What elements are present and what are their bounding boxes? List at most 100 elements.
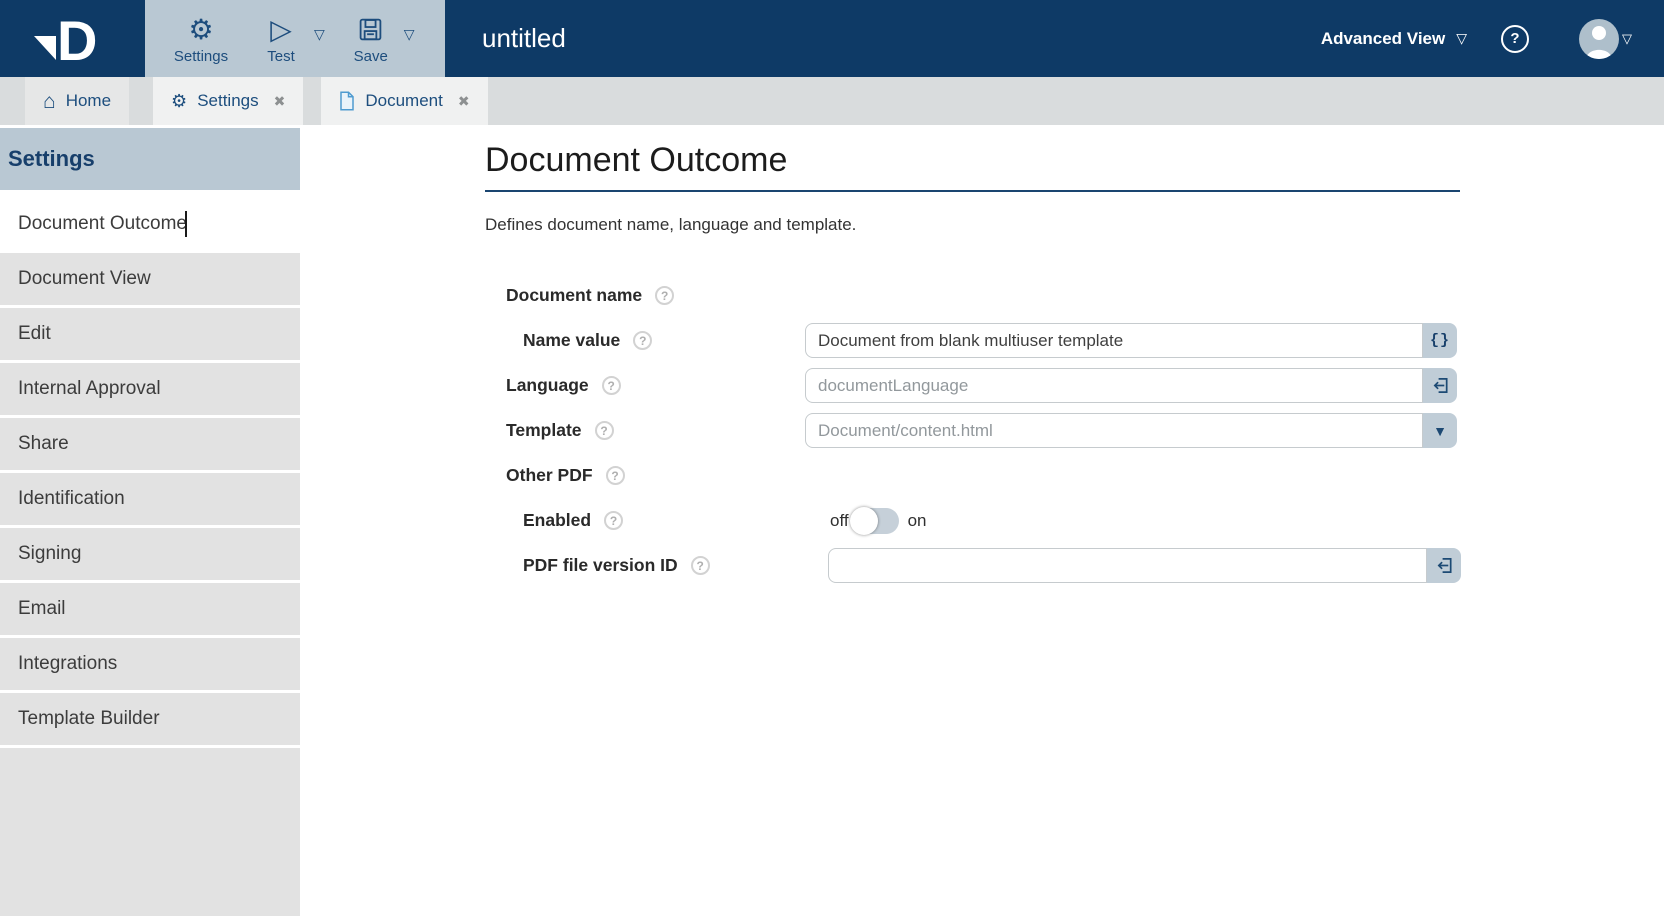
template-dropdown-button[interactable]: ▼	[1423, 413, 1457, 448]
tab-settings[interactable]: ⚙ Settings ✖	[153, 77, 304, 125]
sidebar-item-label: Integrations	[18, 653, 118, 674]
enabled-toggle[interactable]	[849, 506, 899, 535]
sidebar-item-label: Document Outcome	[18, 213, 187, 234]
user-icon	[1586, 25, 1612, 59]
play-icon: ▷	[270, 13, 292, 45]
braces-icon: {}	[1429, 332, 1450, 349]
page-subtitle: Defines document name, language and temp…	[485, 215, 857, 234]
row-name-value: Name value ? {}	[485, 318, 1664, 363]
sidebar-item-share[interactable]: Share	[0, 418, 300, 470]
pdf-version-pick-button[interactable]	[1427, 548, 1461, 583]
app-logo: D	[0, 0, 145, 77]
toggle-on-label: on	[907, 510, 927, 530]
help-icon[interactable]: ?	[604, 511, 624, 530]
chevron-down-icon: ▽	[1456, 30, 1467, 46]
row-template: Template ? ▼	[485, 408, 1664, 453]
app-window: D ⚙ Settings ▷ Test ▽ Save ▽ untitled Ad…	[0, 0, 1664, 920]
name-value-input[interactable]	[805, 323, 1423, 358]
main-toolbar: ⚙ Settings ▷ Test ▽ Save ▽	[145, 0, 445, 77]
field-label-pdf-file-version-id: PDF file version ID	[523, 555, 678, 575]
field-label-template: Template	[506, 420, 582, 440]
sidebar-item-edit[interactable]: Edit	[0, 308, 300, 360]
expression-braces-button[interactable]: {}	[1423, 323, 1457, 358]
save-button-label: Save	[353, 47, 388, 65]
close-icon[interactable]: ✖	[458, 93, 470, 110]
tab-bar: ⌂ Home ⚙ Settings ✖ Document ✖	[0, 77, 1664, 125]
field-label-other-pdf: Other PDF	[506, 465, 593, 485]
import-icon	[1437, 557, 1452, 574]
sidebar-item-label: Edit	[18, 323, 51, 344]
tab-home-label: Home	[65, 91, 112, 110]
sidebar-heading: Settings	[0, 128, 300, 190]
row-document-name: Document name ?	[485, 273, 1664, 318]
pdf-file-version-id-input[interactable]	[828, 548, 1427, 583]
help-icon[interactable]: ?	[601, 376, 621, 395]
help-icon[interactable]: ?	[655, 286, 675, 305]
sidebar-item-email[interactable]: Email	[0, 583, 300, 635]
save-dropdown-caret[interactable]: ▽	[404, 26, 415, 65]
test-button-label: Test	[267, 47, 295, 65]
tab-settings-label: Settings	[197, 91, 259, 110]
sidebar-item-document-outcome[interactable]: Document Outcome	[0, 198, 300, 250]
help-icon[interactable]: ?	[594, 421, 614, 440]
help-button[interactable]: ?	[1501, 24, 1529, 53]
svg-text:D: D	[57, 12, 97, 66]
sidebar-item-template-builder[interactable]: Template Builder	[0, 693, 300, 745]
template-input[interactable]	[805, 413, 1423, 448]
help-icon[interactable]: ?	[633, 331, 653, 350]
field-label-name-value: Name value	[523, 330, 621, 350]
sidebar-item-label: Document View	[18, 268, 151, 289]
help-icon[interactable]: ?	[690, 556, 710, 575]
header-right: Advanced View ▽ ? ▽	[1321, 0, 1632, 77]
home-icon: ⌂	[43, 89, 56, 113]
test-button[interactable]: ▷ Test	[255, 13, 307, 65]
settings-button-label: Settings	[173, 47, 229, 65]
tab-home[interactable]: ⌂ Home	[25, 77, 130, 125]
user-menu-caret[interactable]: ▽	[1622, 31, 1632, 47]
avatar[interactable]	[1579, 18, 1619, 59]
page-title: Document Outcome	[485, 140, 1460, 192]
field-label-enabled: Enabled	[523, 510, 592, 530]
sidebar-item-label: Email	[18, 598, 66, 619]
row-enabled: Enabled ? off on	[485, 498, 1664, 543]
language-input[interactable]	[805, 368, 1423, 403]
document-outcome-form: Document name ? Name value ? {}	[485, 273, 1664, 588]
sidebar-item-label: Internal Approval	[18, 378, 161, 399]
sidebar-item-label: Identification	[18, 488, 125, 509]
settings-button[interactable]: ⚙ Settings	[167, 13, 235, 65]
document-title: untitled	[482, 23, 566, 53]
document-icon	[339, 91, 355, 111]
view-mode-dropdown[interactable]: Advanced View ▽	[1321, 29, 1467, 49]
settings-sidebar: Settings Document Outcome Document View …	[0, 125, 300, 920]
save-button-group: Save ▽	[345, 13, 415, 65]
gear-icon: ⚙	[171, 91, 188, 111]
tab-document[interactable]: Document ✖	[321, 77, 488, 125]
view-mode-label: Advanced View	[1320, 28, 1446, 48]
gear-icon: ⚙	[188, 13, 214, 45]
test-dropdown-caret[interactable]: ▽	[314, 26, 325, 65]
save-icon	[357, 13, 384, 47]
app-header: D ⚙ Settings ▷ Test ▽ Save ▽ untitled Ad…	[0, 0, 1664, 77]
import-icon	[1433, 377, 1448, 394]
sidebar-item-identification[interactable]: Identification	[0, 473, 300, 525]
sidebar-item-document-view[interactable]: Document View	[0, 253, 300, 305]
close-icon[interactable]: ✖	[274, 93, 286, 110]
text-cursor	[185, 211, 187, 237]
sidebar-item-integrations[interactable]: Integrations	[0, 638, 300, 690]
sidebar-item-signing[interactable]: Signing	[0, 528, 300, 580]
save-button[interactable]: Save	[345, 13, 397, 65]
sidebar-item-label: Signing	[18, 543, 82, 564]
field-label-language: Language	[506, 375, 589, 395]
toggle-knob	[849, 506, 878, 535]
dropdown-icon: ▼	[1433, 422, 1447, 439]
sidebar-item-label: Template Builder	[18, 708, 160, 729]
main-content: Document Outcome Defines document name, …	[300, 125, 1664, 920]
question-mark-icon: ?	[1510, 30, 1520, 47]
row-other-pdf: Other PDF ?	[485, 453, 1664, 498]
sidebar-item-label: Share	[18, 433, 69, 454]
tab-document-label: Document	[365, 91, 443, 110]
sidebar-item-internal-approval[interactable]: Internal Approval	[0, 363, 300, 415]
row-language: Language ?	[485, 363, 1664, 408]
language-pick-button[interactable]	[1423, 368, 1457, 403]
help-icon[interactable]: ?	[605, 466, 625, 485]
